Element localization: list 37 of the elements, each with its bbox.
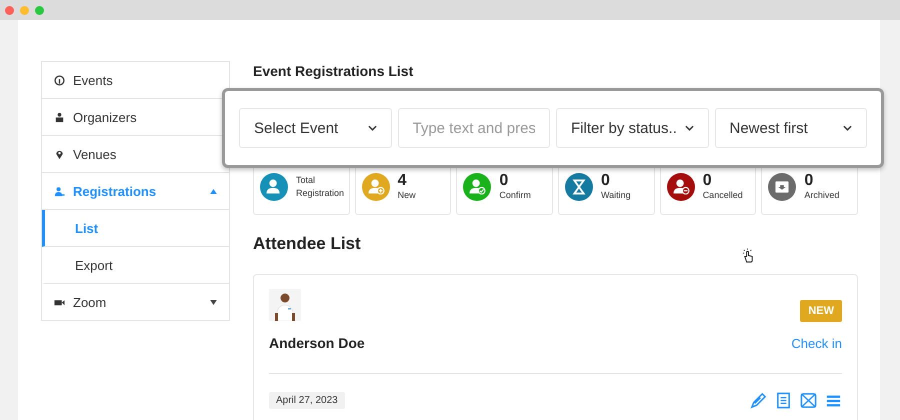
stat-label: New	[398, 188, 416, 202]
document-icon[interactable]	[775, 392, 792, 409]
dropdown[interactable]: Filter by status..	[556, 108, 708, 148]
envelope-icon[interactable]	[800, 392, 817, 409]
close-dot[interactable]	[5, 6, 14, 14]
stat-label: Archived	[804, 188, 840, 202]
search-field[interactable]: Type text and pres	[398, 108, 550, 148]
stat-label: Total	[296, 174, 316, 187]
people-icon	[54, 186, 65, 196]
stat-count: 0	[601, 172, 611, 188]
chevron-down-icon	[843, 125, 852, 131]
maximize-dot[interactable]	[35, 6, 44, 14]
info-circle-icon	[54, 74, 65, 86]
date-tag: April 27, 2023	[269, 392, 345, 409]
person-icon	[54, 112, 65, 122]
stat-count: 0	[702, 172, 713, 188]
chevron-down-icon	[368, 125, 376, 131]
sidebar-item[interactable]: Zoom	[42, 284, 229, 320]
chevron-down-icon	[684, 125, 694, 131]
stat-label: Registration	[296, 187, 344, 200]
minimize-dot[interactable]	[20, 6, 29, 14]
stat-count: 0	[499, 172, 510, 188]
hand-cursor-icon	[742, 248, 755, 263]
dropdown[interactable]: Newest first	[714, 108, 867, 148]
map-pin-icon	[54, 148, 65, 160]
stat-count: 0	[804, 172, 814, 188]
section-heading: Attendee List	[253, 234, 362, 254]
status-badge: NEW	[800, 300, 842, 322]
sidebar-subitem[interactable]: Export	[42, 247, 229, 284]
dropdown[interactable]: Select Event	[239, 108, 392, 148]
stat-label: Waiting	[601, 188, 631, 202]
stat-label: Cancelled	[702, 188, 743, 202]
stat-count: 4	[398, 172, 408, 188]
pencil-icon[interactable]	[750, 392, 767, 409]
page-title: Event Registrations List	[253, 63, 414, 79]
stat-label: Confirm	[499, 188, 531, 202]
attendee-name: Anderson Doe	[269, 335, 365, 351]
